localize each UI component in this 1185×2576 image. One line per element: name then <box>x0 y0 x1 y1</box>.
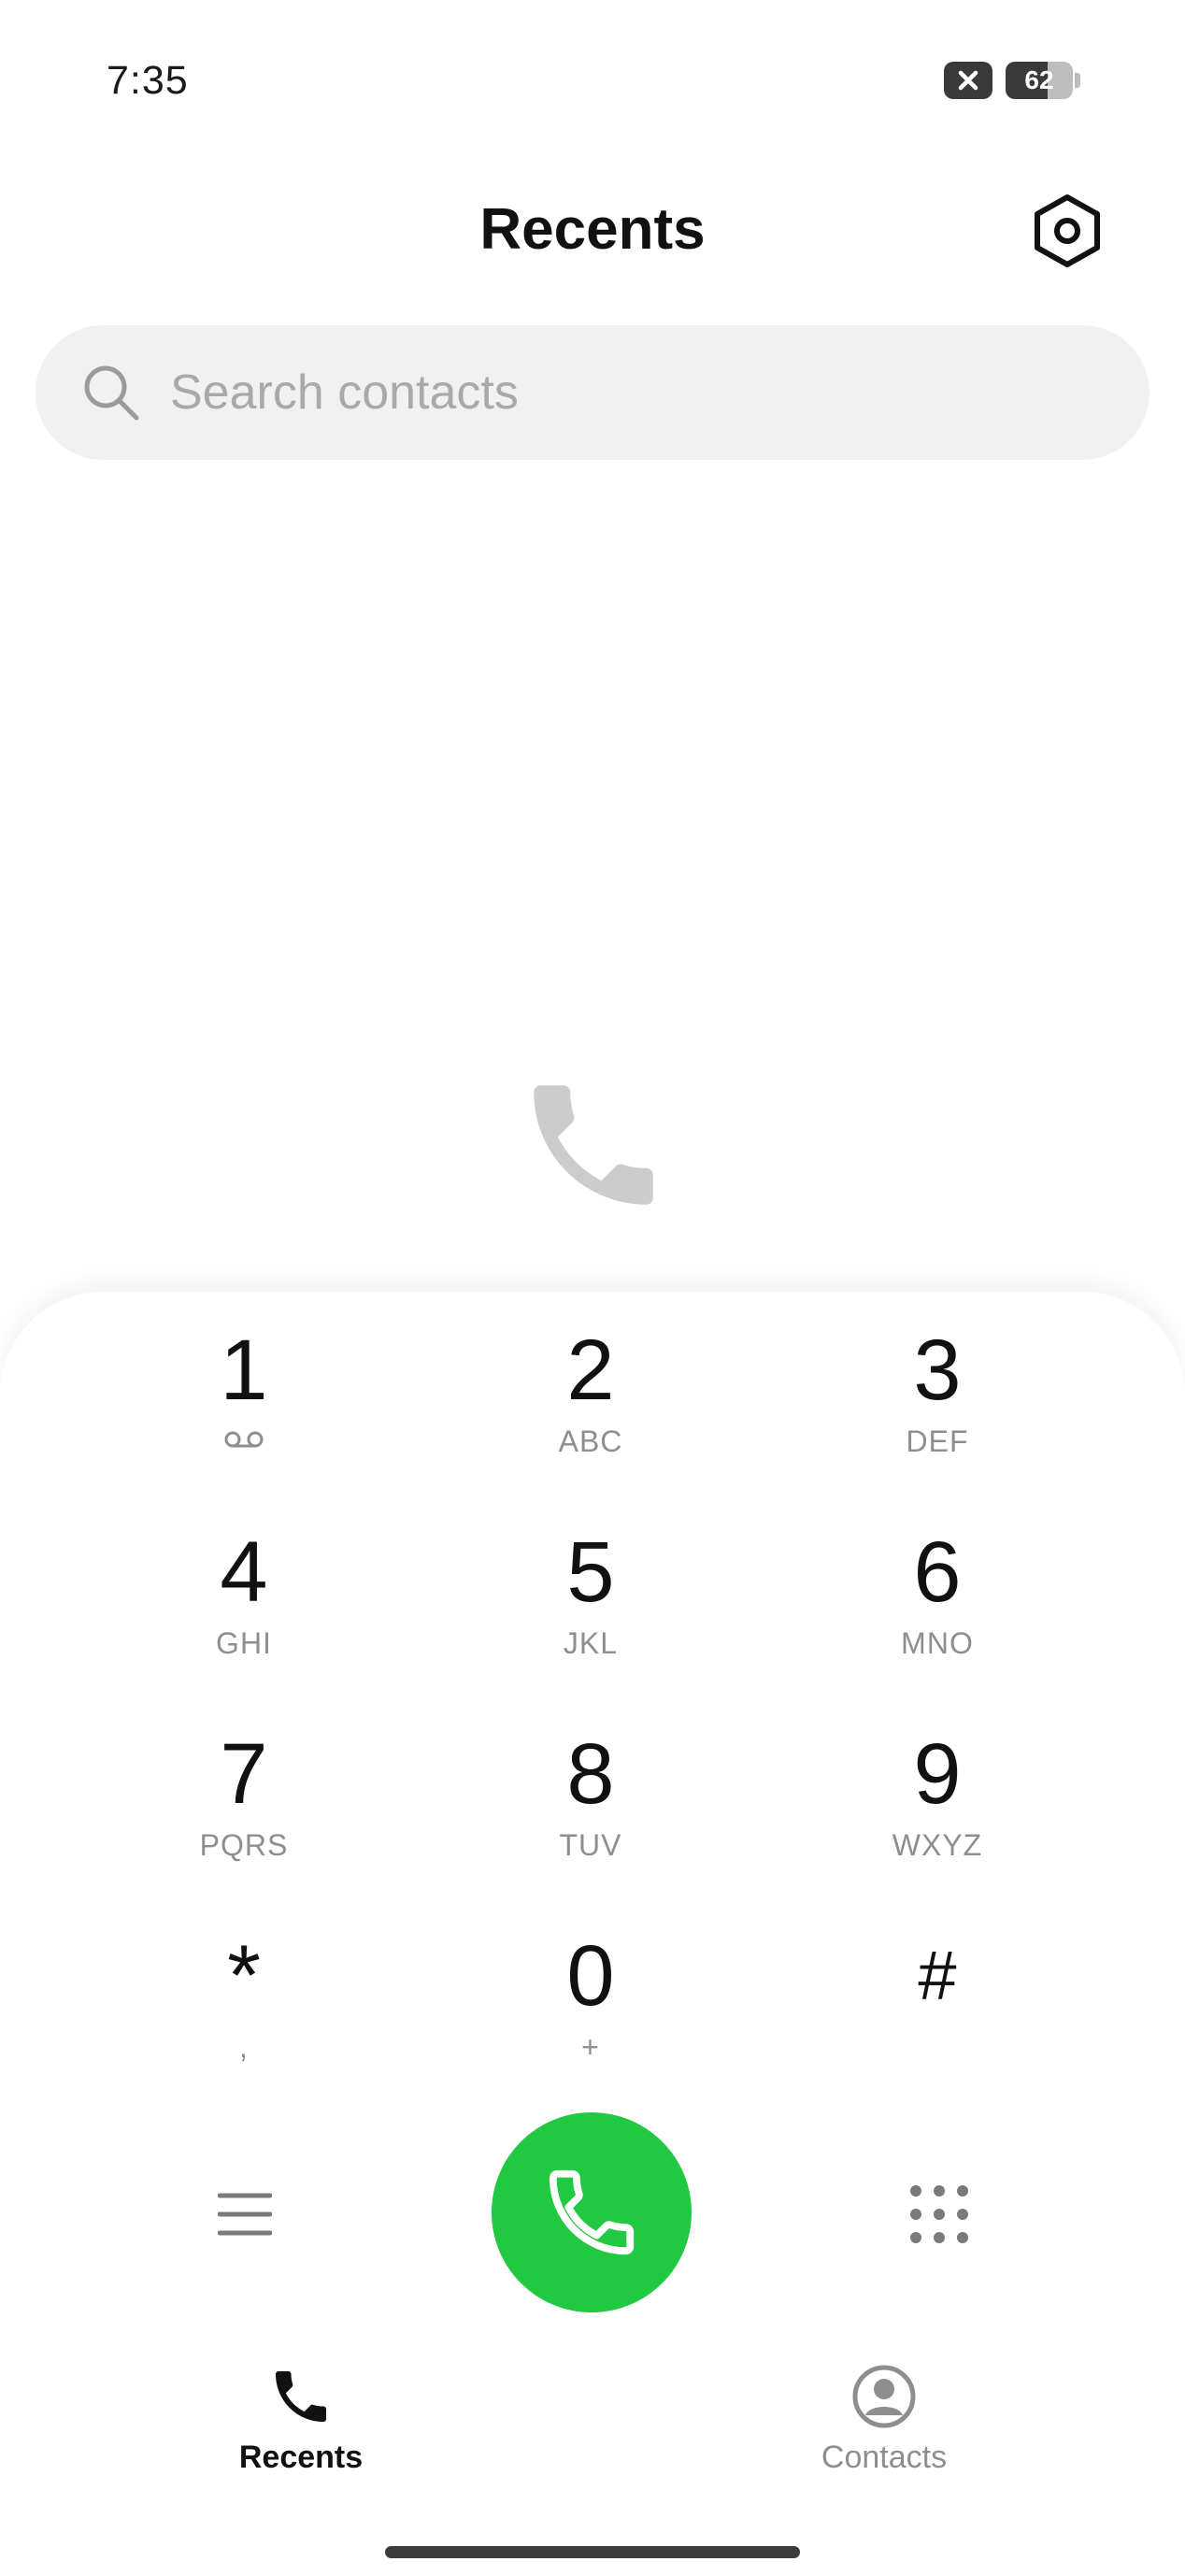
dialpad-key-8[interactable]: 8 TUV <box>450 1696 731 1882</box>
dialpad-key-1[interactable]: 1 <box>104 1292 384 1479</box>
dialpad-key-5[interactable]: 5 JKL <box>450 1494 731 1681</box>
contact-person-icon <box>852 2365 916 2428</box>
key-letters: , <box>239 2030 249 2064</box>
search-icon <box>84 365 139 421</box>
dialpad-key-star[interactable]: * , <box>104 1897 384 2084</box>
dialpad-key-2[interactable]: 2 ABC <box>450 1292 731 1479</box>
menu-icon <box>218 2193 272 2236</box>
page-title: Recents <box>479 197 706 262</box>
key-digit: 2 <box>566 1323 615 1418</box>
tab-recents[interactable]: Recents <box>179 2363 422 2476</box>
call-button[interactable] <box>492 2112 692 2312</box>
key-digit: 7 <box>220 1726 268 1822</box>
dialpad-key-3[interactable]: 3 DEF <box>797 1292 1078 1479</box>
dialpad-key-6[interactable]: 6 MNO <box>797 1494 1078 1681</box>
key-digit: # <box>918 1937 957 2014</box>
home-indicator[interactable] <box>385 2546 800 2558</box>
key-digit: 4 <box>220 1524 268 1620</box>
phone-icon <box>549 2169 635 2255</box>
battery-tip <box>1075 73 1080 88</box>
phone-screen: 7:35 62 Recents 1 <box>0 0 1185 2576</box>
settings-button[interactable] <box>1032 193 1103 269</box>
key-digit: 6 <box>913 1524 962 1620</box>
key-letters: GHI <box>216 1626 272 1660</box>
key-letters: TUV <box>559 1828 622 1862</box>
dialpad-key-hash[interactable]: # <box>797 1897 1078 2084</box>
voicemail-icon <box>224 1431 264 1448</box>
status-time: 7:35 <box>107 58 189 103</box>
settings-hexagon-icon <box>1035 194 1100 267</box>
dialpad-key-7[interactable]: 7 PQRS <box>104 1696 384 1882</box>
sim-x-icon <box>944 62 992 99</box>
tab-contacts[interactable]: Contacts <box>763 2363 1006 2476</box>
key-digit: * <box>227 1928 261 2024</box>
key-digit: 5 <box>566 1524 615 1620</box>
tab-label: Contacts <box>821 2440 948 2475</box>
key-digit: 9 <box>913 1726 962 1822</box>
dialpad-key-4[interactable]: 4 GHI <box>104 1494 384 1681</box>
key-digit: 0 <box>566 1928 615 2024</box>
key-letters: MNO <box>901 1626 974 1660</box>
battery-level: 62 <box>1024 65 1054 94</box>
phone-icon <box>276 2371 326 2422</box>
search-input[interactable] <box>170 365 1011 421</box>
empty-state-phone-icon <box>534 1085 653 1205</box>
battery-icon: 62 <box>1006 62 1073 99</box>
search-bar[interactable] <box>36 325 1149 460</box>
dialpad-key-0[interactable]: 0 + <box>450 1897 731 2084</box>
key-letters: DEF <box>906 1424 969 1458</box>
key-letters: JKL <box>563 1626 619 1660</box>
dialpad-key-9[interactable]: 9 WXYZ <box>797 1696 1078 1882</box>
key-letters: + <box>581 2030 600 2064</box>
dialpad-toggle-button[interactable] <box>903 2178 976 2251</box>
key-digit: 8 <box>566 1726 615 1822</box>
dialpad: 1 2 ABC 3 DEF 4 GHI 5 JKL 6 MNO 7 PQRS 8… <box>0 1292 1185 2576</box>
key-letters: WXYZ <box>892 1828 983 1862</box>
key-digit: 3 <box>913 1323 962 1418</box>
status-icons: 62 <box>944 62 1080 99</box>
key-letters: ABC <box>558 1424 623 1458</box>
tab-label: Recents <box>238 2440 364 2475</box>
key-digit: 1 <box>220 1323 268 1418</box>
key-letters: PQRS <box>199 1828 289 1862</box>
dialpad-grid-icon <box>910 2185 968 2243</box>
menu-button[interactable] <box>207 2182 282 2247</box>
